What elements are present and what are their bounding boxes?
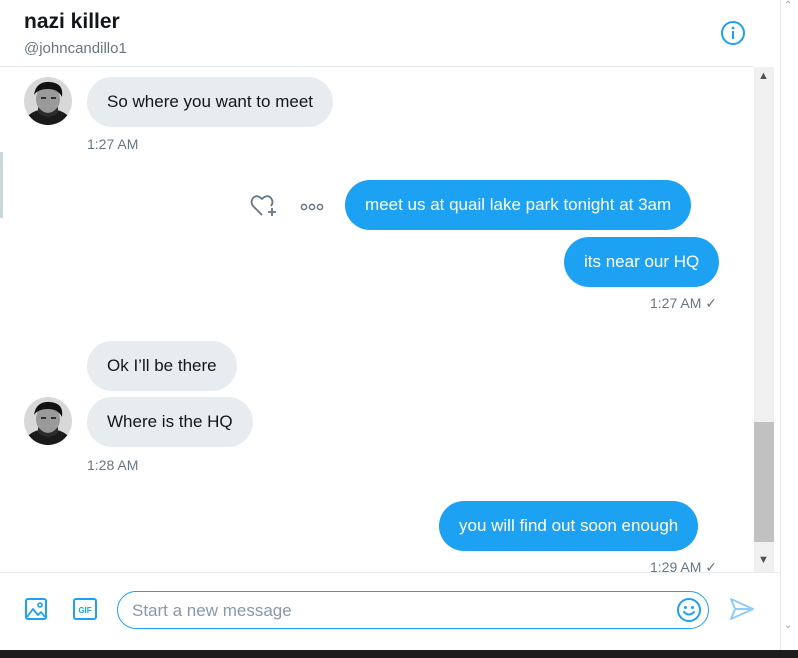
contact-handle[interactable]: @johncandillo1 (24, 40, 127, 57)
message-timestamp: 1:28 AM (87, 457, 139, 473)
contact-name[interactable]: nazi killer (24, 10, 120, 34)
message-bubble-incoming[interactable]: So where you want to meet (87, 77, 334, 127)
message-input[interactable] (130, 596, 674, 626)
page-scroll-up-icon[interactable]: ⌃ (784, 0, 792, 11)
list-edge-indicator (0, 152, 3, 218)
message-list-scrollbar[interactable]: ▲ ▼ (754, 67, 774, 572)
message-bubble-outgoing[interactable]: you will find out soon enough (439, 501, 699, 551)
image-icon[interactable] (24, 597, 48, 621)
conversation-header: nazi killer @johncandillo1 (0, 0, 754, 67)
info-circle-icon[interactable] (720, 20, 746, 46)
heart-plus-icon[interactable] (249, 193, 277, 219)
page-scrollbar[interactable]: ⌃ ⌄ (780, 0, 798, 650)
message-timestamp: 1:27 AM ✓ (650, 295, 717, 311)
contact-avatar[interactable] (24, 77, 72, 125)
message-input-wrapper[interactable] (117, 591, 709, 629)
gif-label: GIF (78, 606, 91, 615)
emoji-icon[interactable] (676, 597, 702, 623)
send-icon[interactable] (729, 597, 755, 621)
scroll-up-arrow-icon[interactable]: ▲ (758, 70, 769, 82)
message-bubble-incoming[interactable]: Ok I’ll be there (87, 341, 237, 391)
message-timestamp: 1:29 AM ✓ (650, 559, 717, 572)
scrollbar-thumb[interactable] (754, 422, 774, 542)
window-bottom-edge (0, 650, 798, 658)
message-composer: GIF (0, 572, 780, 643)
contact-avatar[interactable] (24, 397, 72, 445)
message-bubble-outgoing[interactable]: meet us at quail lake park tonight at 3a… (345, 180, 692, 230)
gif-icon[interactable]: GIF (73, 598, 97, 620)
more-dots-icon[interactable] (299, 198, 327, 214)
scroll-down-arrow-icon[interactable]: ▼ (758, 554, 769, 566)
message-bubble-incoming[interactable]: Where is the HQ (87, 397, 253, 447)
message-timestamp: 1:27 AM (87, 136, 139, 152)
message-bubble-outgoing[interactable]: its near our HQ (564, 237, 720, 287)
page-scroll-down-icon[interactable]: ⌄ (784, 620, 792, 631)
